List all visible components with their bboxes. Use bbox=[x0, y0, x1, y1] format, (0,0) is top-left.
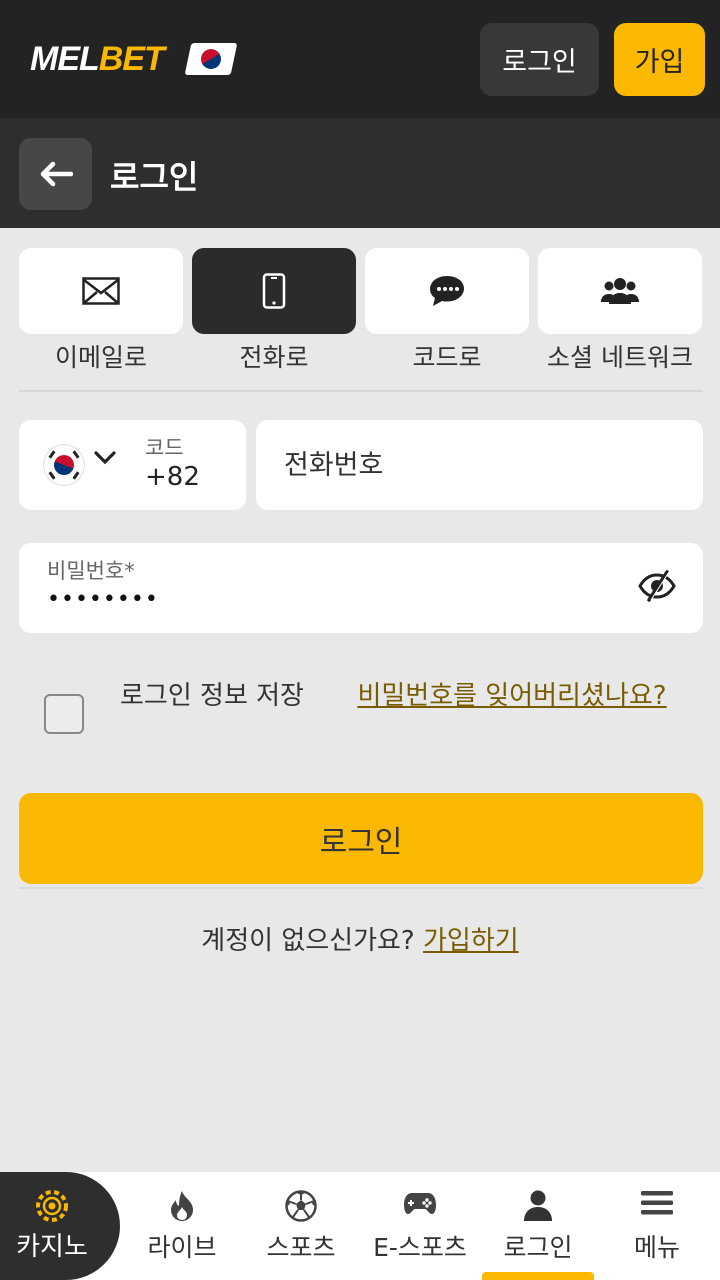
nav-menu-label: 메뉴 bbox=[633, 1233, 680, 1262]
korea-flag-icon bbox=[184, 43, 238, 75]
casino-chip-icon bbox=[36, 1190, 68, 1222]
active-tab-indicator bbox=[482, 1272, 594, 1280]
flame-icon bbox=[171, 1191, 193, 1221]
nav-live[interactable]: 라이브 bbox=[122, 1172, 242, 1280]
signup-link[interactable]: 가입하기 bbox=[423, 926, 519, 956]
nav-login[interactable]: 로그인 bbox=[478, 1172, 598, 1280]
code-value: +82 bbox=[145, 462, 200, 492]
password-value: •••••••• bbox=[47, 587, 159, 612]
divider bbox=[19, 887, 703, 889]
nav-casino-label: 카지노 bbox=[16, 1232, 88, 1262]
phone-number-input[interactable] bbox=[256, 420, 703, 510]
tab-social-label: 소셜 네트워크 bbox=[547, 343, 693, 372]
tab-social[interactable] bbox=[538, 248, 702, 334]
password-label: 비밀번호* bbox=[47, 559, 135, 583]
arrow-left-icon bbox=[40, 161, 73, 187]
password-field[interactable]: 비밀번호* •••••••• bbox=[19, 543, 703, 633]
user-icon bbox=[524, 1190, 552, 1221]
tab-phone-label: 전화로 bbox=[239, 343, 309, 372]
nav-sports[interactable]: 스포츠 bbox=[241, 1172, 361, 1280]
login-submit-button[interactable]: 로그인 bbox=[19, 793, 703, 884]
users-group-icon bbox=[601, 278, 639, 304]
chevron-down-icon bbox=[94, 451, 116, 465]
soccer-ball-icon bbox=[285, 1190, 317, 1222]
page-header: 로그인 bbox=[0, 118, 720, 228]
country-code-select[interactable]: 코드 +82 bbox=[19, 420, 246, 510]
phone-icon bbox=[262, 273, 286, 309]
nav-esports-label: E-스포츠 bbox=[373, 1233, 467, 1262]
nav-menu[interactable]: 메뉴 bbox=[597, 1172, 717, 1280]
signup-prompt: 계정이 없으신가요? 가입하기 bbox=[0, 920, 720, 957]
hamburger-icon bbox=[641, 1191, 673, 1215]
gamepad-icon bbox=[404, 1193, 436, 1214]
tab-email[interactable] bbox=[19, 248, 183, 334]
nav-sports-label: 스포츠 bbox=[266, 1233, 336, 1262]
nav-casino[interactable]: 카지노 bbox=[0, 1172, 120, 1280]
tab-email-label: 이메일로 bbox=[54, 343, 147, 372]
nav-esports[interactable]: E-스포츠 bbox=[360, 1172, 480, 1280]
tab-code-label: 코드로 bbox=[412, 343, 482, 372]
code-label: 코드 bbox=[145, 436, 184, 460]
forgot-password-link[interactable]: 비밀번호를 잊어버리셨나요? bbox=[352, 680, 672, 713]
tab-phone[interactable] bbox=[192, 248, 356, 334]
eye-slash-icon[interactable] bbox=[637, 569, 677, 603]
nav-login-label: 로그인 bbox=[503, 1233, 573, 1262]
signup-text: 계정이 없으신가요? bbox=[201, 926, 415, 956]
remember-checkbox[interactable] bbox=[44, 694, 84, 734]
page-title: 로그인 bbox=[110, 158, 199, 196]
korea-flag-icon bbox=[44, 445, 84, 485]
header-join-button[interactable]: 가입 bbox=[614, 23, 705, 96]
tab-code[interactable] bbox=[365, 248, 529, 334]
nav-live-label: 라이브 bbox=[147, 1233, 217, 1262]
melbet-logo[interactable]: MELBET bbox=[30, 40, 165, 79]
top-header: MELBET 로그인 가입 bbox=[0, 0, 720, 118]
header-login-button[interactable]: 로그인 bbox=[480, 23, 599, 96]
chat-bubble-icon bbox=[430, 276, 464, 306]
envelope-icon bbox=[82, 277, 120, 305]
divider bbox=[19, 390, 703, 392]
remember-label[interactable]: 로그인 정보 저장 bbox=[120, 680, 320, 713]
back-button[interactable] bbox=[19, 138, 92, 210]
